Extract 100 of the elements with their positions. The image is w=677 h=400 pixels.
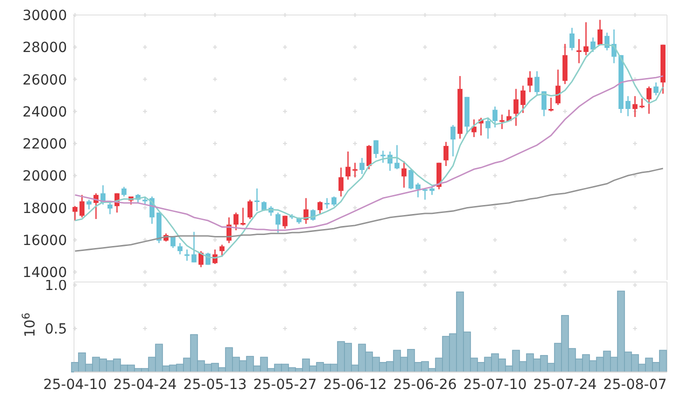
candlestick xyxy=(388,152,392,171)
candlestick xyxy=(590,37,596,52)
candlestick xyxy=(492,106,498,128)
candlestick xyxy=(646,86,652,114)
candlestick xyxy=(604,32,610,50)
candlestick xyxy=(254,188,260,211)
axis-tick-label: 25-08-07 xyxy=(603,377,667,393)
candlestick xyxy=(632,96,638,117)
axis-tick-label: 25-04-10 xyxy=(43,377,107,393)
candlestick xyxy=(548,98,554,112)
candlestick xyxy=(282,216,288,229)
axis-tick-label: 22000 xyxy=(22,136,67,152)
candlestick xyxy=(156,212,162,244)
candlestick xyxy=(192,232,196,262)
candlestick xyxy=(100,185,106,205)
axis-tick-label: 25-04-24 xyxy=(113,377,177,393)
candlestick xyxy=(86,200,92,210)
candlestick xyxy=(164,233,168,242)
axis-tick-label: 25-05-13 xyxy=(183,377,247,393)
axis-tick-label: 28000 xyxy=(22,40,67,56)
candlestick xyxy=(108,201,112,214)
candlestick xyxy=(290,214,294,219)
candlestick xyxy=(584,22,588,56)
candlestick xyxy=(570,28,574,50)
candlestick xyxy=(262,201,266,211)
axis-tick-label: 25-06-12 xyxy=(323,377,387,393)
candlestick xyxy=(380,150,386,163)
candlestick xyxy=(520,86,526,113)
candlestick xyxy=(576,39,582,64)
candlestick xyxy=(506,110,512,122)
candlestick xyxy=(542,91,546,116)
candlestick xyxy=(276,212,280,233)
candlestick xyxy=(114,193,120,213)
candlestick xyxy=(206,252,210,265)
candlestick xyxy=(346,152,350,180)
candlestick xyxy=(422,188,428,200)
candlestick xyxy=(394,145,400,170)
candlestick xyxy=(248,200,252,219)
candlestick xyxy=(72,206,78,221)
candlestick xyxy=(654,82,658,96)
candlestick xyxy=(556,70,560,105)
candlestick xyxy=(430,186,434,195)
candlestick xyxy=(178,243,182,254)
candlestick xyxy=(366,145,372,170)
axis-tick-label: 30000 xyxy=(22,8,67,24)
axis-tick-label: 25-07-10 xyxy=(463,377,527,393)
candlestick xyxy=(128,196,134,205)
candlestick xyxy=(184,250,190,261)
candlestick xyxy=(374,140,378,158)
candlestick xyxy=(528,71,532,92)
candlestick xyxy=(514,88,518,126)
candlestick xyxy=(80,194,84,218)
candlestick xyxy=(324,198,330,209)
candlestick xyxy=(352,162,358,178)
candlestick xyxy=(150,196,154,224)
candlestick xyxy=(142,196,148,205)
candlestick xyxy=(408,169,414,190)
axis-tick-label: 25-06-26 xyxy=(393,377,457,393)
candlestick xyxy=(618,55,624,113)
axis-tick-label: 25-05-27 xyxy=(253,377,317,393)
candlestick xyxy=(486,118,490,139)
candlestick xyxy=(562,44,568,84)
candlestick xyxy=(464,96,470,134)
candlestick xyxy=(94,193,98,219)
candlestick xyxy=(304,198,308,224)
axis-tick-label: 24000 xyxy=(22,104,67,120)
axis-tick-label: 20000 xyxy=(22,168,67,185)
candlestick xyxy=(598,20,602,46)
candlestick xyxy=(198,251,204,268)
axis-tick-label: 26000 xyxy=(22,72,67,88)
candlestick xyxy=(500,114,504,130)
candlestick xyxy=(436,162,442,190)
candlestick xyxy=(612,29,616,64)
candlestick xyxy=(458,76,462,139)
axis-tick-label: 0.5 xyxy=(44,322,67,338)
candlestick xyxy=(136,194,140,203)
candlestick xyxy=(318,201,322,214)
candlestick xyxy=(402,161,406,188)
candlestick xyxy=(478,118,484,136)
candlestick xyxy=(310,209,316,221)
axis-tick-label: 25-07-24 xyxy=(533,377,597,393)
candlestick xyxy=(534,71,540,96)
candlestick xyxy=(220,244,224,257)
candlestick xyxy=(660,44,666,94)
axis-tick-label: 16000 xyxy=(22,232,67,249)
candlestick xyxy=(268,206,274,216)
candlestick xyxy=(170,236,176,248)
candlestick xyxy=(640,98,644,108)
candlestick xyxy=(212,250,218,264)
candlestick xyxy=(234,212,238,230)
candlestick xyxy=(472,119,476,138)
axis-tick-label: 18000 xyxy=(22,200,67,217)
candlestick xyxy=(416,182,420,198)
candlestick xyxy=(338,168,344,196)
candlestick xyxy=(626,96,630,116)
candlestick xyxy=(450,125,456,156)
axis-tick-label: 14000 xyxy=(22,265,67,280)
candlestick xyxy=(240,208,246,226)
candlestick xyxy=(122,186,126,196)
candlestick xyxy=(360,158,364,174)
